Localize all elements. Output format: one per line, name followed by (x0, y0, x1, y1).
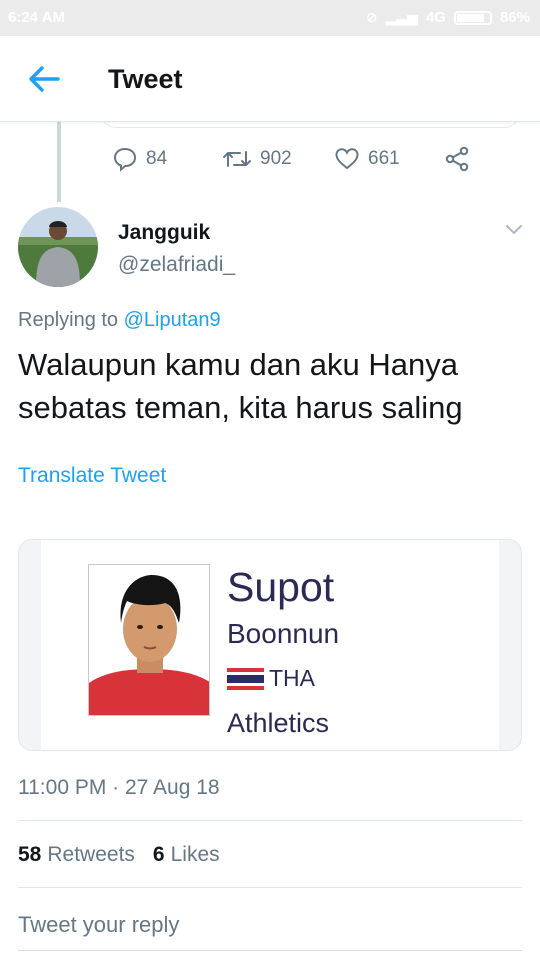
retweets-stat[interactable]: 58 Retweets (18, 843, 135, 867)
replying-to-handle[interactable]: @Liputan9 (124, 309, 221, 331)
athlete-sport: Athletics (227, 708, 330, 738)
avatar-photo (18, 207, 98, 287)
avatar[interactable] (18, 207, 98, 287)
tweet-menu-button[interactable] (505, 222, 523, 236)
like-button[interactable]: 661 (334, 146, 444, 172)
status-icons: ⊘ ▂▃▅ 4G 86% (366, 9, 530, 26)
status-bar: 6:24 AM ⊘ ▂▃▅ 4G 86% (0, 0, 540, 36)
athlete-portrait (89, 565, 209, 715)
reply-button[interactable]: 84 (112, 146, 222, 172)
retweet-count: 902 (260, 148, 292, 169)
reply-count: 84 (146, 148, 168, 169)
battery-fill (456, 13, 485, 22)
athlete-country: THA (269, 665, 315, 691)
athlete-card: Supot Boonnun THA Athletics (41, 540, 499, 750)
signal-icon: ▂▃▅ (385, 9, 418, 25)
network-type: 4G (425, 9, 446, 26)
thailand-flag-icon (227, 668, 264, 690)
thread-line (57, 122, 61, 202)
user-handle[interactable]: @zelafriadi_ (118, 253, 235, 277)
arrow-left-icon (29, 66, 60, 92)
athlete-photo (88, 564, 210, 716)
reply-input[interactable]: Tweet your reply (18, 912, 179, 938)
display-name[interactable]: Jangguik (118, 221, 210, 245)
tweet-timestamp: 11:00 PM · 27 Aug 18 (18, 776, 220, 799)
tweet-media-card[interactable]: Supot Boonnun THA Athletics (18, 539, 522, 751)
page-title: Tweet (108, 64, 183, 94)
reply-input-underline (18, 950, 522, 951)
athlete-first-name: Supot (227, 564, 335, 610)
retweets-count: 58 (18, 843, 42, 866)
like-count: 661 (368, 148, 400, 169)
share-button[interactable] (444, 146, 470, 172)
replying-to-line: Replying to @Liputan9 (18, 309, 221, 332)
back-button[interactable] (24, 62, 64, 96)
retweet-icon (223, 151, 251, 167)
likes-label: Likes (170, 843, 220, 866)
previous-tweet-actions: 84 902 661 (112, 145, 470, 173)
likes-count: 6 (152, 843, 165, 866)
status-time: 6:24 AM (8, 9, 65, 26)
divider (18, 887, 522, 888)
replying-to-prefix: Replying to (18, 309, 119, 331)
battery-percent: 86% (499, 9, 530, 26)
likes-stat[interactable]: 6 Likes (153, 843, 220, 867)
retweet-button[interactable]: 902 (222, 146, 334, 172)
app-header: Tweet (0, 36, 540, 122)
heart-icon (335, 148, 359, 170)
tweet-stats: 58 Retweets 6 Likes (18, 843, 220, 867)
reply-icon (113, 147, 137, 172)
chevron-down-icon (506, 225, 522, 234)
retweets-label: Retweets (47, 843, 135, 866)
divider (18, 820, 522, 821)
no-sim-icon: ⊘ (365, 9, 378, 25)
translate-tweet-link[interactable]: Translate Tweet (18, 464, 166, 488)
share-icon (445, 146, 469, 172)
battery-icon (453, 10, 492, 25)
athlete-last-name: Boonnun (227, 618, 340, 649)
tweet-text: Walaupun kamu dan aku Hanya sebatas tema… (18, 347, 463, 425)
